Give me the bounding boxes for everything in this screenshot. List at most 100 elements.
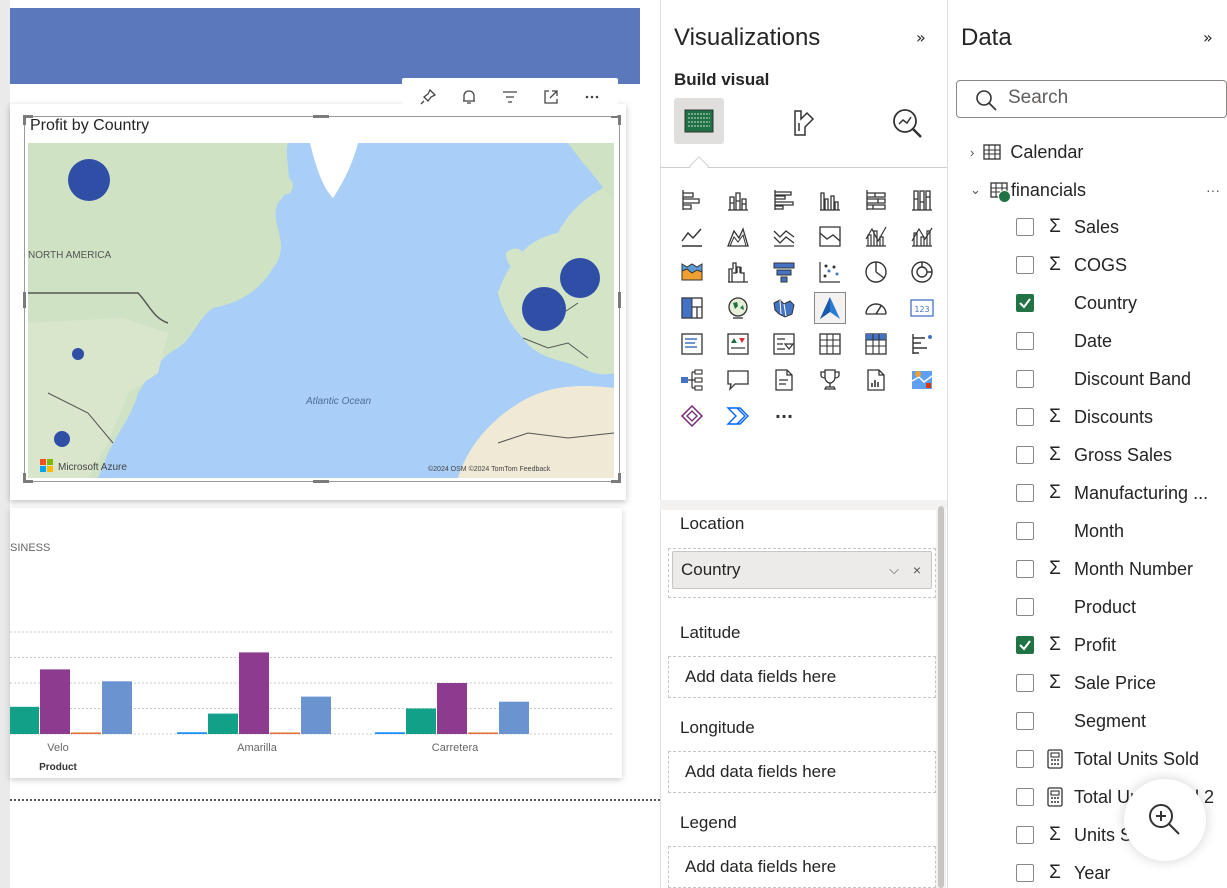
stacked-area-chart-icon[interactable] bbox=[768, 220, 800, 252]
checkbox[interactable] bbox=[1016, 560, 1034, 578]
field-row[interactable]: Segment bbox=[1016, 706, 1146, 736]
azure-map-icon[interactable] bbox=[814, 292, 846, 324]
ribbon-chart-icon[interactable] bbox=[676, 256, 708, 288]
field-row[interactable]: Total Units Sold bbox=[1016, 744, 1199, 774]
checkbox[interactable] bbox=[1016, 484, 1034, 502]
bar-carretera-series-2[interactable] bbox=[437, 683, 467, 734]
table-calendar[interactable]: › Calendar bbox=[970, 139, 1083, 165]
checkbox[interactable] bbox=[1016, 256, 1034, 274]
focus-mode-icon[interactable] bbox=[539, 85, 563, 109]
field-row[interactable]: Σ Sales bbox=[1016, 212, 1119, 242]
metrics-trophy-icon[interactable] bbox=[814, 364, 846, 396]
pin-icon[interactable] bbox=[416, 85, 440, 109]
table-financials[interactable]: ⌄ financials ··· bbox=[970, 177, 1220, 203]
checkbox[interactable] bbox=[1016, 218, 1034, 236]
clustered-bar-chart-icon[interactable] bbox=[768, 184, 800, 216]
line-and-clustered-column-chart-icon[interactable] bbox=[906, 220, 938, 252]
legend-well[interactable]: Add data fields here bbox=[668, 846, 936, 888]
stacked-bar-chart-icon[interactable] bbox=[676, 184, 708, 216]
bar-carretera-series-3[interactable] bbox=[468, 732, 498, 735]
field-row[interactable]: Product bbox=[1016, 592, 1136, 622]
collapse-visualizations-icon[interactable]: » bbox=[916, 28, 926, 47]
zoom-in-button[interactable] bbox=[1124, 779, 1206, 861]
field-row[interactable]: Σ Profit bbox=[1016, 630, 1116, 660]
field-row[interactable]: Month bbox=[1016, 516, 1124, 546]
field-row[interactable]: Σ Discounts bbox=[1016, 402, 1153, 432]
multi-row-card-icon[interactable] bbox=[676, 328, 708, 360]
more-visuals-icon[interactable]: ··· bbox=[768, 400, 800, 432]
checkbox[interactable] bbox=[1016, 712, 1034, 730]
smart-narrative-icon[interactable] bbox=[768, 364, 800, 396]
100-stacked-area-chart-icon[interactable] bbox=[814, 220, 846, 252]
checkbox[interactable] bbox=[1016, 826, 1034, 844]
field-row[interactable]: Σ Gross Sales bbox=[1016, 440, 1172, 470]
bar-carretera-series-1[interactable] bbox=[406, 708, 436, 735]
treemap-icon[interactable] bbox=[676, 292, 708, 324]
location-field-pill[interactable]: Country ⌵ × bbox=[672, 551, 932, 589]
gauge-icon[interactable] bbox=[860, 292, 892, 324]
decomposition-tree-icon[interactable] bbox=[676, 364, 708, 396]
azure-maps-visual-icon[interactable] bbox=[906, 364, 938, 396]
100-stacked-column-chart-icon[interactable] bbox=[906, 184, 938, 216]
area-chart-icon[interactable] bbox=[722, 220, 754, 252]
checkbox-checked[interactable] bbox=[1016, 636, 1034, 654]
power-automate-icon[interactable] bbox=[722, 400, 754, 432]
bar-chart-visual[interactable]: SINESS Velo Amarilla Carretera Product bbox=[0, 508, 622, 778]
field-row[interactable]: Σ Month Number bbox=[1016, 554, 1193, 584]
field-row[interactable]: Σ Sale Price bbox=[1016, 668, 1156, 698]
bar-amarilla-series-0[interactable] bbox=[177, 732, 207, 734]
filled-map-icon[interactable] bbox=[768, 292, 800, 324]
stacked-column-chart-icon[interactable] bbox=[722, 184, 754, 216]
checkbox[interactable] bbox=[1016, 788, 1034, 806]
filter-icon[interactable] bbox=[498, 85, 522, 109]
bar-amarilla-series-4[interactable] bbox=[301, 696, 331, 734]
field-row[interactable]: Discount Band bbox=[1016, 364, 1191, 394]
checkbox[interactable] bbox=[1016, 408, 1034, 426]
pie-chart-icon[interactable] bbox=[860, 256, 892, 288]
scatter-chart-icon[interactable] bbox=[814, 256, 846, 288]
map-canvas[interactable]: NORTH AMERICA Atlantic Ocean Microsoft A… bbox=[28, 143, 614, 478]
checkbox[interactable] bbox=[1016, 864, 1034, 882]
kpi-icon[interactable] bbox=[722, 328, 754, 360]
latitude-well[interactable]: Add data fields here bbox=[668, 656, 936, 698]
slicer-icon[interactable] bbox=[768, 328, 800, 360]
paginated-report-icon[interactable] bbox=[860, 364, 892, 396]
longitude-well[interactable]: Add data fields here bbox=[668, 751, 936, 793]
map-icon[interactable] bbox=[722, 292, 754, 324]
field-row[interactable]: Σ Year bbox=[1016, 858, 1110, 888]
checkbox-checked[interactable] bbox=[1016, 294, 1034, 312]
chevron-down-icon[interactable]: ⌄ bbox=[970, 182, 981, 198]
key-influencers-icon[interactable] bbox=[906, 328, 938, 360]
qna-icon[interactable] bbox=[722, 364, 754, 396]
build-visual-tab[interactable] bbox=[674, 98, 724, 144]
bar-carretera-series-4[interactable] bbox=[499, 701, 529, 734]
100-stacked-bar-chart-icon[interactable] bbox=[860, 184, 892, 216]
checkbox[interactable] bbox=[1016, 446, 1034, 464]
field-row[interactable]: Σ Manufacturing ... bbox=[1016, 478, 1208, 508]
bar-amarilla-series-3[interactable] bbox=[270, 732, 300, 735]
analytics-tab[interactable] bbox=[882, 100, 932, 146]
field-row[interactable]: Date bbox=[1016, 326, 1112, 356]
more-options-icon[interactable] bbox=[580, 85, 604, 109]
checkbox[interactable] bbox=[1016, 750, 1034, 768]
remove-field-icon[interactable]: × bbox=[913, 552, 921, 588]
collapse-data-icon[interactable]: » bbox=[1203, 28, 1213, 47]
bar-velo-series-4[interactable] bbox=[102, 681, 132, 734]
bar-velo-series-2[interactable] bbox=[40, 669, 70, 734]
clustered-column-chart-icon[interactable] bbox=[814, 184, 846, 216]
field-row[interactable]: Country bbox=[1016, 288, 1137, 318]
more-options-icon[interactable]: ··· bbox=[1206, 182, 1220, 198]
line-chart-icon[interactable] bbox=[676, 220, 708, 252]
funnel-chart-icon[interactable] bbox=[768, 256, 800, 288]
card-icon[interactable]: 123 bbox=[906, 292, 938, 324]
power-apps-icon[interactable] bbox=[676, 400, 708, 432]
bar-velo-series-3[interactable] bbox=[71, 732, 101, 735]
bar-amarilla-series-1[interactable] bbox=[208, 713, 238, 734]
wells-scrollbar-thumb[interactable] bbox=[938, 506, 944, 888]
chevron-right-icon[interactable]: › bbox=[970, 145, 974, 160]
matrix-icon[interactable] bbox=[860, 328, 892, 360]
checkbox[interactable] bbox=[1016, 674, 1034, 692]
line-and-stacked-column-chart-icon[interactable] bbox=[860, 220, 892, 252]
checkbox[interactable] bbox=[1016, 332, 1034, 350]
checkbox[interactable] bbox=[1016, 598, 1034, 616]
